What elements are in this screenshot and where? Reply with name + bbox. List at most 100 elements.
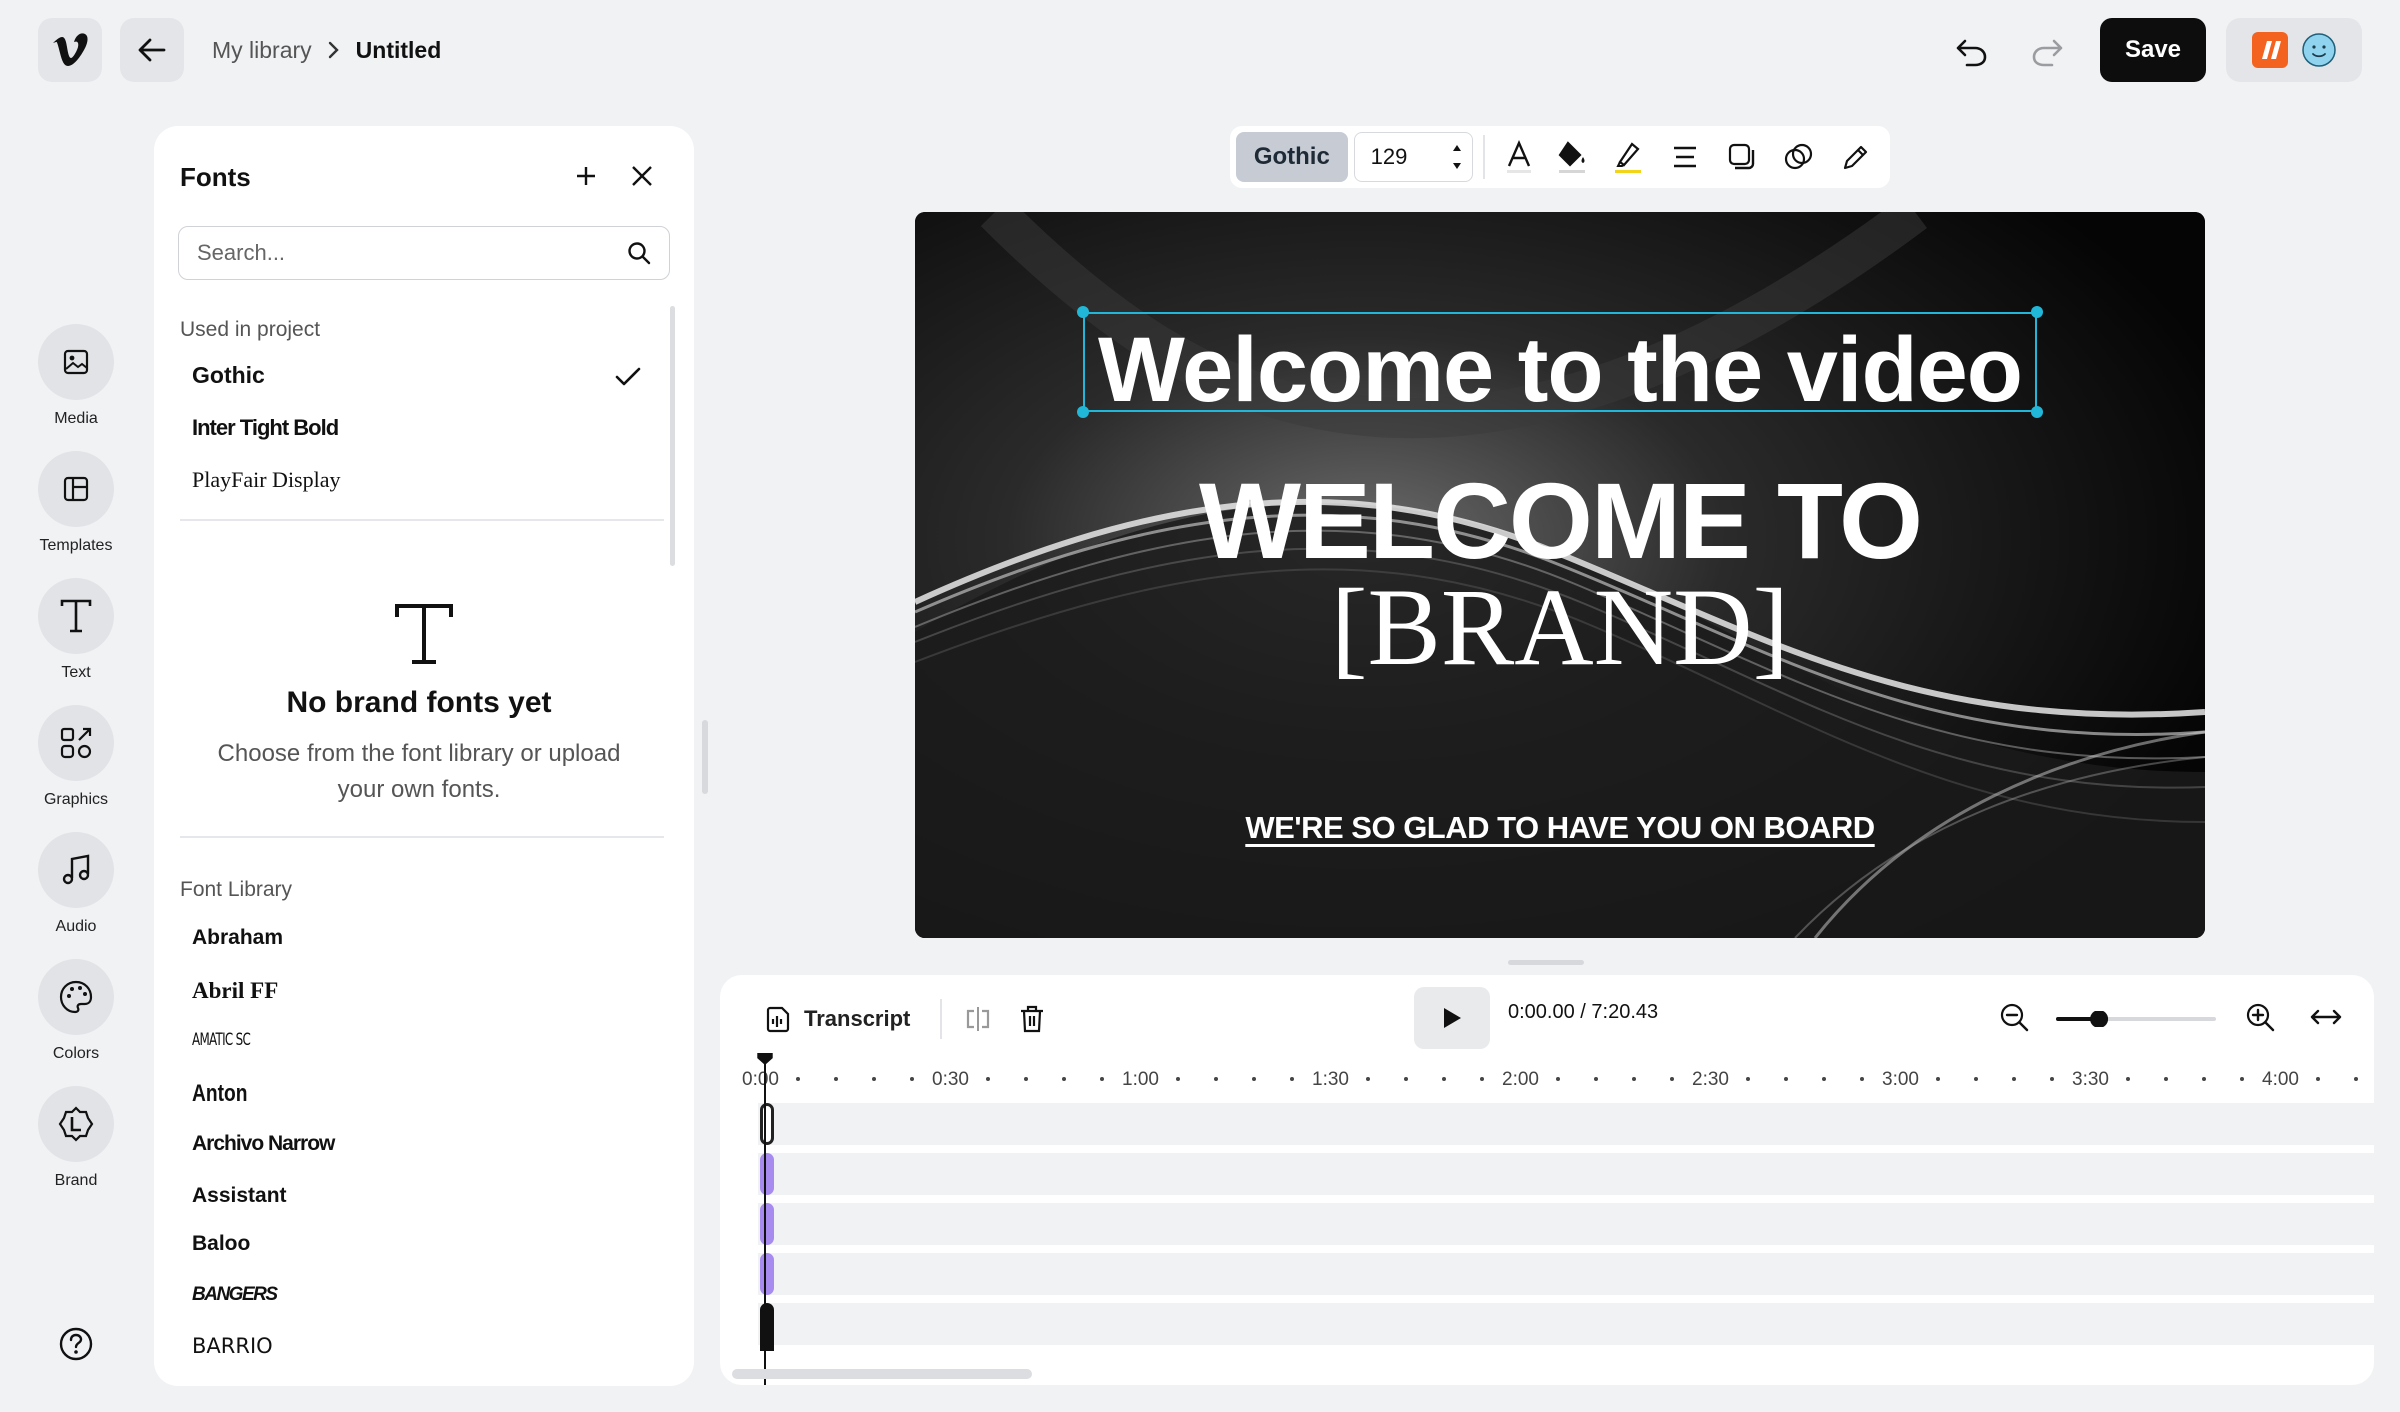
ruler-tick-dot: [1404, 1077, 1408, 1081]
chevron-up-icon[interactable]: [1452, 143, 1462, 153]
rail-audio-circle: [38, 832, 114, 908]
rail-item-text[interactable]: Text: [20, 578, 132, 682]
font-item-bangers[interactable]: BANGERS: [192, 1284, 632, 1306]
highlight-button[interactable]: [1600, 132, 1657, 182]
breadcrumb-library-link[interactable]: My library: [212, 37, 312, 64]
timeline-track[interactable]: [758, 1203, 2374, 1245]
edit-button[interactable]: [1827, 132, 1884, 182]
timeline-track[interactable]: [758, 1253, 2374, 1295]
resize-handle-top-right[interactable]: [2031, 306, 2043, 318]
zoom-in-button[interactable]: [2240, 997, 2280, 1037]
font-family-button[interactable]: Gothic: [1236, 132, 1348, 182]
zoom-out-button[interactable]: [1994, 997, 2034, 1037]
zoom-in-icon: [2246, 1003, 2275, 1032]
play-button[interactable]: [1414, 987, 1490, 1049]
total-time: 7:20.43: [1591, 1001, 1659, 1023]
resize-handle-bottom-right[interactable]: [2031, 406, 2043, 418]
timeline-clip-selected[interactable]: [760, 1103, 774, 1145]
undo-button[interactable]: [1950, 30, 1994, 74]
music-icon: [62, 854, 90, 885]
add-font-button[interactable]: [568, 158, 604, 194]
font-item-amatic-sc[interactable]: AMATIC SC: [192, 1030, 500, 1050]
save-button[interactable]: Save: [2100, 18, 2206, 82]
selection-box[interactable]: [1083, 312, 2037, 412]
font-item-abraham[interactable]: Abraham: [192, 926, 632, 950]
timeline-clip[interactable]: [760, 1153, 774, 1195]
timeline-track[interactable]: [758, 1103, 2374, 1145]
zoom-slider-knob[interactable]: [2090, 1011, 2109, 1027]
video-canvas[interactable]: Welcome to the video WELCOME TO [BRAND] …: [915, 212, 2205, 938]
playhead[interactable]: [764, 1053, 766, 1385]
current-time: 0:00.00: [1508, 1001, 1575, 1023]
rail-label: Media: [54, 410, 98, 427]
breadcrumb: My library Untitled: [212, 34, 441, 66]
playhead-marker-icon[interactable]: [756, 1053, 774, 1065]
text-toolbar: Gothic 129: [1230, 126, 1890, 188]
rail-item-audio[interactable]: Audio: [20, 832, 132, 936]
ruler-tick-dot: [1556, 1077, 1560, 1081]
arrows-horizontal-icon: [2310, 1009, 2342, 1025]
font-item-barrio[interactable]: BARRIO: [192, 1334, 632, 1358]
resize-handle-top-left[interactable]: [1077, 306, 1089, 318]
rail-item-templates[interactable]: Templates: [20, 451, 132, 555]
font-search-input[interactable]: [197, 240, 627, 266]
timeline-track[interactable]: [758, 1303, 2374, 1345]
font-item-gothic[interactable]: Gothic: [192, 362, 632, 389]
canvas-text-subtitle[interactable]: WE'RE SO GLAD TO HAVE YOU ON BOARD: [915, 810, 2205, 846]
canvas-resize-handle[interactable]: [1508, 960, 1584, 965]
timeline-separator: [940, 999, 942, 1039]
fit-timeline-button[interactable]: [2306, 997, 2346, 1037]
empty-state-text: Choose from the font library or upload y…: [217, 740, 621, 803]
template-icon: [63, 476, 89, 502]
canvas-text-brand[interactable]: [BRAND]: [915, 564, 2205, 691]
rail-item-brand[interactable]: Brand: [20, 1086, 132, 1190]
font-item-assistant[interactable]: Assistant: [192, 1184, 632, 1208]
effects-button[interactable]: [1770, 132, 1827, 182]
timeline-track[interactable]: [758, 1153, 2374, 1195]
timeline-clip[interactable]: [760, 1253, 774, 1295]
timeline-clip-video[interactable]: [760, 1303, 774, 1351]
rail-item-graphics[interactable]: Graphics: [20, 705, 132, 809]
stepper-arrows[interactable]: [1452, 143, 1462, 171]
font-item-baloo[interactable]: Baloo: [192, 1232, 632, 1256]
align-button[interactable]: [1657, 132, 1714, 182]
account-menu[interactable]: [2226, 18, 2362, 82]
rail-item-media[interactable]: Media: [20, 324, 132, 428]
fill-color-button[interactable]: [1543, 132, 1600, 182]
shadow-button[interactable]: [1714, 132, 1771, 182]
empty-state-title: No brand fonts yet: [286, 686, 552, 719]
font-item-anton[interactable]: Anton: [192, 1080, 544, 1108]
text-color-button[interactable]: [1495, 132, 1543, 182]
redo-button[interactable]: [2025, 30, 2069, 74]
timeline-clip[interactable]: [760, 1203, 774, 1245]
image-icon: [63, 349, 89, 375]
zoom-out-icon: [2000, 1003, 2029, 1032]
timeline-scrollbar[interactable]: [732, 1369, 1032, 1379]
timeline-ruler[interactable]: 0:00 0:30 1:00 1:30 2:00 2:30 3:00 3:30 4:00: [720, 1061, 2374, 1101]
ruler-tick-label: 4:00: [2262, 1069, 2299, 1090]
vimeo-logo-button[interactable]: [38, 18, 102, 82]
delete-button[interactable]: [1012, 999, 1052, 1039]
ruler-tick-dot: [1366, 1077, 1370, 1081]
ruler-tick-dot: [1176, 1077, 1180, 1081]
search-icon[interactable]: [627, 241, 651, 265]
font-item-inter-tight-bold[interactable]: Inter Tight Bold: [192, 415, 632, 441]
rail-label: Colors: [52, 1045, 100, 1062]
rail-item-colors[interactable]: Colors: [20, 959, 132, 1063]
font-item-abril-ff[interactable]: Abril FF: [192, 978, 632, 1004]
panel-scrollbar[interactable]: [670, 306, 675, 566]
back-button[interactable]: [120, 18, 184, 82]
ruler-tick-dot: [1746, 1077, 1750, 1081]
font-item-archivo-narrow[interactable]: Archivo Narrow: [192, 1132, 632, 1156]
chevron-down-icon[interactable]: [1452, 161, 1462, 171]
transcript-button[interactable]: Transcript: [764, 997, 910, 1041]
arrow-left-icon: [138, 38, 166, 62]
font-item-playfair-display[interactable]: PlayFair Display: [192, 467, 632, 493]
resize-handle-bottom-left[interactable]: [1077, 406, 1089, 418]
font-size-stepper[interactable]: 129: [1353, 132, 1474, 182]
split-button[interactable]: [958, 999, 998, 1039]
close-panel-button[interactable]: [624, 158, 660, 194]
panel-resize-handle[interactable]: [702, 720, 708, 794]
help-button[interactable]: [56, 1324, 96, 1364]
zoom-slider[interactable]: [2056, 1011, 2216, 1027]
